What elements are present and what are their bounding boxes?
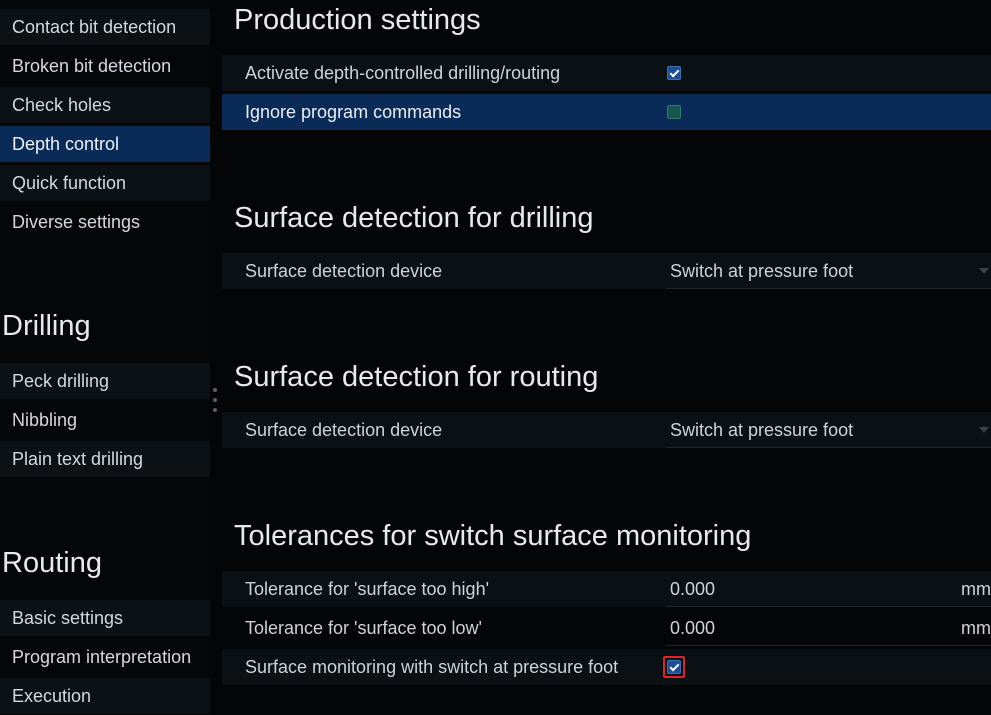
section-title-tolerances: Tolerances for switch surface monitoring xyxy=(234,520,752,552)
activate-depth-control-label: Activate depth-controlled drilling/routi… xyxy=(245,63,561,83)
activate-depth-control-checkbox[interactable] xyxy=(667,66,681,80)
dropdown-arrow-icon xyxy=(979,268,989,274)
routing-surface-detection-device-label: Surface detection device xyxy=(245,420,443,440)
sidebar-item-basic-settings[interactable]: Basic settings xyxy=(0,600,210,636)
tolerance-too-low-label: Tolerance for 'surface too low' xyxy=(245,618,482,638)
sidebar: Contact bit detection Broken bit detecti… xyxy=(0,0,210,715)
routing-surface-detection-device-dropdown[interactable]: Switch at pressure foot xyxy=(666,412,991,448)
sidebar-item-program-interpretation[interactable]: Program interpretation xyxy=(0,639,210,675)
section-title-production-settings: Production settings xyxy=(234,4,481,36)
tolerance-too-high-value: 0.000 xyxy=(670,579,716,599)
sidebar-heading-routing: Routing xyxy=(2,547,102,579)
row-drilling-surface-detection-device: Surface detection device Switch at press… xyxy=(222,253,991,289)
splitter-grip-handle[interactable] xyxy=(213,388,217,412)
sidebar-item-quick-function[interactable]: Quick function xyxy=(0,165,210,201)
drilling-surface-detection-device-dropdown[interactable]: Switch at pressure foot xyxy=(666,253,991,289)
row-activate-depth-control: Activate depth-controlled drilling/routi… xyxy=(222,55,991,91)
surface-monitoring-checkbox[interactable] xyxy=(667,660,681,674)
sidebar-item-check-holes[interactable]: Check holes xyxy=(0,87,210,123)
surface-monitoring-label: Surface monitoring with switch at pressu… xyxy=(245,657,619,677)
drilling-surface-detection-device-value: Switch at pressure foot xyxy=(670,261,854,281)
ignore-program-commands-label: Ignore program commands xyxy=(245,102,462,122)
sidebar-heading-drilling: Drilling xyxy=(2,310,91,342)
drilling-surface-detection-device-label: Surface detection device xyxy=(245,261,443,281)
tolerance-too-high-label: Tolerance for 'surface too high' xyxy=(245,579,490,599)
row-surface-monitoring: Surface monitoring with switch at pressu… xyxy=(222,649,991,685)
row-tolerance-too-low: Tolerance for 'surface too low' 0.000 mm xyxy=(222,610,991,646)
sidebar-item-plain-text-drilling[interactable]: Plain text drilling xyxy=(0,441,210,477)
row-ignore-program-commands[interactable]: Ignore program commands xyxy=(222,94,991,130)
sidebar-item-contact-bit-detection[interactable]: Contact bit detection xyxy=(0,9,210,45)
sidebar-item-nibbling[interactable]: Nibbling xyxy=(0,402,210,438)
sidebar-item-diverse-settings[interactable]: Diverse settings xyxy=(0,204,210,240)
sidebar-item-broken-bit-detection[interactable]: Broken bit detection xyxy=(0,48,210,84)
row-tolerance-too-high: Tolerance for 'surface too high' 0.000 m… xyxy=(222,571,991,607)
sidebar-item-execution[interactable]: Execution xyxy=(0,678,210,714)
tolerance-too-low-unit: mm xyxy=(961,618,991,638)
dropdown-arrow-icon xyxy=(979,427,989,433)
tolerance-too-low-value: 0.000 xyxy=(670,618,716,638)
section-title-surface-detection-routing: Surface detection for routing xyxy=(234,361,599,393)
ignore-program-commands-checkbox[interactable] xyxy=(667,105,681,119)
row-routing-surface-detection-device: Surface detection device Switch at press… xyxy=(222,412,991,448)
sidebar-item-peck-drilling[interactable]: Peck drilling xyxy=(0,363,210,399)
routing-surface-detection-device-value: Switch at pressure foot xyxy=(670,420,854,440)
tolerance-too-high-unit: mm xyxy=(961,579,991,599)
sidebar-item-depth-control[interactable]: Depth control xyxy=(0,126,210,162)
tolerance-too-high-input[interactable]: 0.000 mm xyxy=(666,571,991,607)
tolerance-too-low-input[interactable]: 0.000 mm xyxy=(666,610,991,646)
depth-control-settings-window: Contact bit detection Broken bit detecti… xyxy=(0,0,991,715)
section-title-surface-detection-drilling: Surface detection for drilling xyxy=(234,202,594,234)
